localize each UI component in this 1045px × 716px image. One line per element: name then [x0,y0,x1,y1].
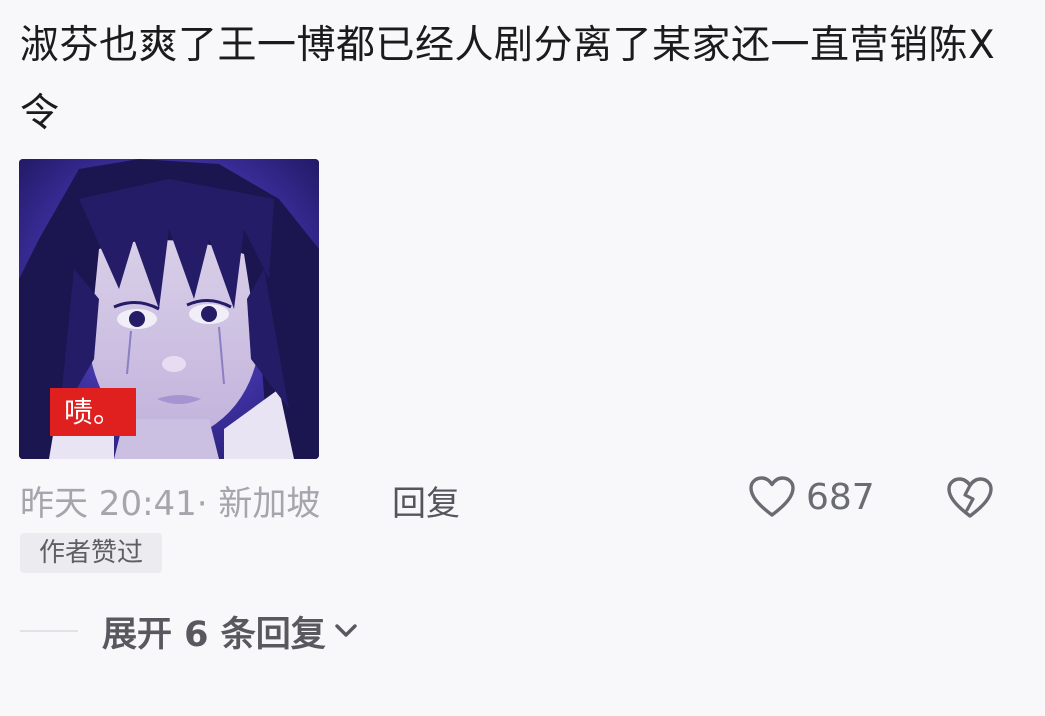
broken-heart-icon [947,477,993,518]
replies-divider [20,630,78,632]
comment-time-location: 昨天 20:41· 新加坡 [20,484,321,524]
expand-replies-button[interactable]: 展开 6 条回复 [102,608,358,655]
comment-text: 淑芬也爽了王一博都已经人剧分离了某家还一直营销陈X令 [20,23,996,136]
meme-caption: 啧。 [50,388,136,436]
chevron-down-icon [335,624,357,637]
like-count: 687 [806,476,875,518]
author-liked-badge: 作者赞过 [20,533,162,573]
dislike-button[interactable] [946,474,994,524]
reply-button[interactable]: 回复 [392,476,460,525]
comment-meta-row: 昨天 20:41· 新加坡 回复 687 [20,474,1030,524]
expand-replies-label: 展开 6 条回复 [102,614,326,655]
comment-card: 淑芬也爽了王一博都已经人剧分离了某家还一直营销陈X令 啧。 昨天 20:41· … [0,0,1045,716]
meme-image[interactable]: 啧。 [19,159,319,459]
like-button[interactable]: 687 [748,474,875,520]
heart-outline-icon [749,476,795,517]
